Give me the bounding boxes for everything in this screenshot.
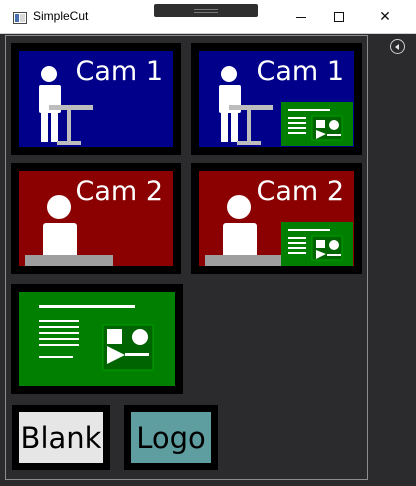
slide-content-icon [39,305,154,371]
side-pane [369,35,416,486]
logo-button-face: Logo [131,412,211,463]
close-button[interactable]: ✕ [362,0,408,34]
source-tile-slides[interactable] [11,284,183,394]
tile-label: Cam 1 [75,56,163,87]
collapse-pane-icon[interactable] [390,39,405,54]
cam1-pip-preview: Cam 1 [199,51,354,147]
title-bar[interactable]: SimpleCut ✕ [0,0,416,34]
tile-label: Cam 1 [256,56,344,87]
close-icon: ✕ [379,9,391,25]
cam1-preview: Cam 1 [19,51,173,147]
maximize-icon [334,12,344,22]
source-tile-cam2-pip[interactable]: Cam 2 [191,163,362,274]
source-tile-cam1-pip[interactable]: Cam 1 [191,43,362,155]
slide-pip-icon [281,102,353,146]
cam2-pip-preview: Cam 2 [199,171,354,266]
slide-pip-icon [281,222,353,266]
blank-button-face: Blank [19,412,103,463]
source-tile-cam2[interactable]: Cam 2 [11,163,181,274]
slides-preview [19,292,175,386]
blank-button-label: Blank [20,420,102,455]
logo-button[interactable]: Logo [124,405,218,470]
app-icon [13,12,27,24]
blank-button[interactable]: Blank [12,405,110,470]
logo-button-label: Logo [136,420,206,455]
cam2-preview: Cam 2 [19,171,173,266]
maximize-button[interactable] [316,0,362,34]
window-title: SimpleCut [33,9,89,23]
drag-handle-icon[interactable] [154,4,258,17]
tile-label: Cam 2 [75,176,163,207]
tile-label: Cam 2 [256,176,344,207]
source-tile-cam1[interactable]: Cam 1 [11,43,181,155]
minimize-icon [296,16,306,18]
